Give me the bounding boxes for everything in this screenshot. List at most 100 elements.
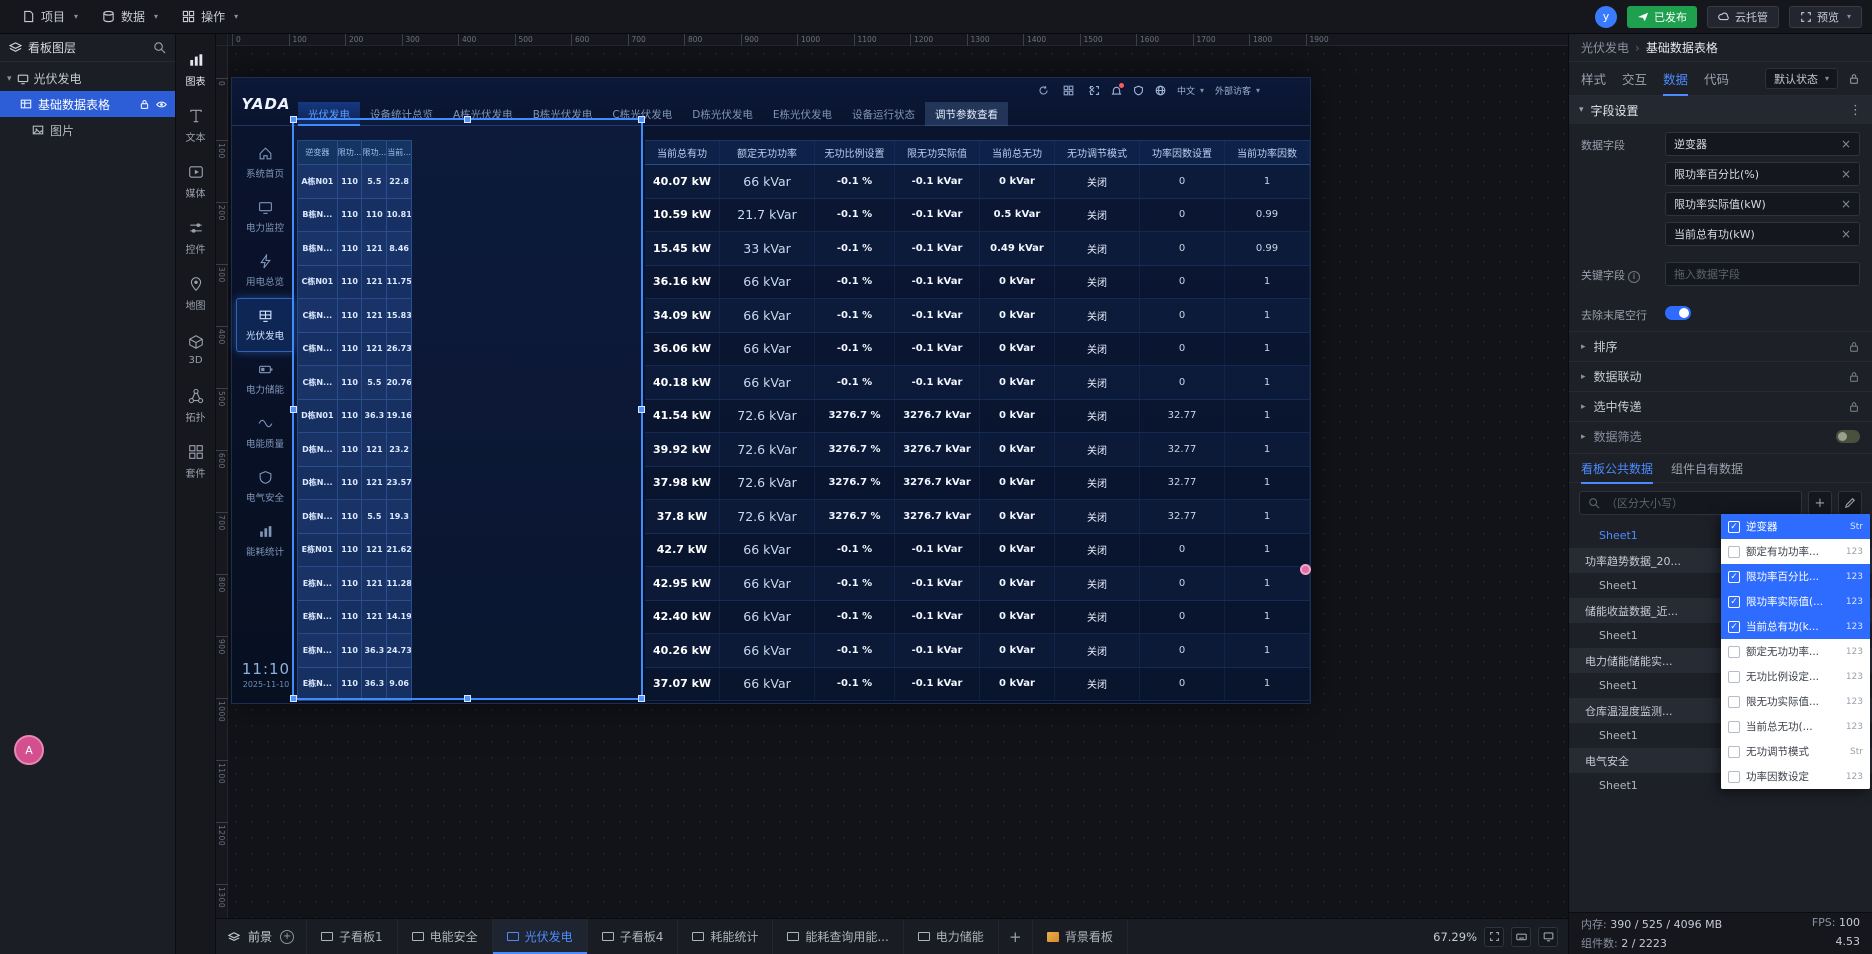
preview-nav-item[interactable]: 电能质量 (236, 406, 294, 460)
remove-icon[interactable]: × (1841, 167, 1851, 181)
rail-item-topo[interactable]: 拓扑 (176, 378, 216, 434)
remove-icon[interactable]: × (1841, 137, 1851, 151)
rail-item-textT[interactable]: 文本 (176, 98, 216, 154)
fit-screen-button[interactable] (1484, 927, 1504, 947)
collapsed-section[interactable]: ▸数据筛选 (1569, 421, 1872, 451)
refresh-icon[interactable] (1038, 85, 1049, 96)
rail-item-bars[interactable]: 图表 (176, 42, 216, 98)
preview-button[interactable]: 预览 ▾ (1789, 6, 1862, 28)
state-selector[interactable]: 默认状态 ▾ (1765, 68, 1838, 89)
add-layer-icon[interactable]: + (280, 930, 294, 944)
remove-icon[interactable]: × (1841, 197, 1851, 211)
resize-handle[interactable] (464, 116, 471, 123)
inspector-tab[interactable]: 代码 (1704, 61, 1729, 96)
board-tab[interactable]: 光伏发电 (493, 919, 588, 954)
foreground-control[interactable]: 前景 + (216, 919, 307, 954)
user-avatar[interactable]: y (1595, 6, 1617, 28)
field-option[interactable]: ✓限功率百分比...123 (1721, 564, 1870, 589)
data-field-chip[interactable]: 限功率百分比(%)× (1665, 162, 1860, 186)
rail-item-play[interactable]: 媒体 (176, 154, 216, 210)
field-option[interactable]: 无功比例设定...123 (1721, 664, 1870, 689)
keyboard-shortcuts-button[interactable] (1511, 927, 1531, 947)
checkbox-icon[interactable]: ✓ (1728, 596, 1740, 608)
edit-data-button[interactable] (1838, 491, 1862, 515)
add-data-button[interactable]: + (1808, 491, 1832, 515)
apps-icon[interactable] (1063, 85, 1074, 96)
board-tab[interactable]: 电力储能 (904, 919, 999, 954)
published-button[interactable]: 已发布 (1627, 6, 1697, 28)
board-tab[interactable]: 子看板4 (588, 919, 679, 954)
board-tab[interactable]: 耗能统计 (678, 919, 773, 954)
chevron-down-icon[interactable]: ▾ (7, 74, 12, 84)
checkbox-icon[interactable] (1728, 721, 1740, 733)
checkbox-icon[interactable] (1728, 746, 1740, 758)
data-field-chip[interactable]: 当前总有功(kW)× (1665, 222, 1860, 246)
preview-tab[interactable]: E栋光伏发电 (763, 102, 842, 126)
selection-box[interactable] (292, 118, 643, 700)
eye-icon[interactable] (156, 99, 167, 110)
field-option[interactable]: 限无功实际值...123 (1721, 689, 1870, 714)
toggle-off[interactable] (1836, 430, 1860, 443)
preview-tab[interactable]: 调节参数查看 (925, 102, 1008, 126)
inspector-tab[interactable]: 数据 (1663, 61, 1688, 96)
globe-icon[interactable] (1155, 85, 1166, 96)
checkbox-icon[interactable]: ✓ (1728, 621, 1740, 633)
checkbox-icon[interactable] (1728, 671, 1740, 683)
key-field-input[interactable]: 拖入数据字段 (1665, 262, 1860, 286)
resize-handle[interactable] (464, 695, 471, 702)
board-tab[interactable]: 能耗查询用能... (773, 919, 903, 954)
field-option[interactable]: ✓当前总有功(k...123 (1721, 614, 1870, 639)
checkbox-icon[interactable]: ✓ (1728, 521, 1740, 533)
preview-tab[interactable]: 设备运行状态 (842, 102, 925, 126)
trim-toggle[interactable] (1665, 306, 1691, 320)
preview-nav-item[interactable]: 电力监控 (236, 190, 294, 244)
preview-nav-item[interactable]: 光伏发电 (236, 298, 294, 352)
data-field-chip[interactable]: 限功率实际值(kW)× (1665, 192, 1860, 216)
preview-tab[interactable]: D栋光伏发电 (682, 102, 763, 126)
add-board-button[interactable]: + (999, 919, 1033, 954)
data-panel-tab[interactable]: 看板公共数据 (1581, 453, 1653, 484)
checkbox-icon[interactable] (1728, 771, 1740, 783)
rail-item-grid[interactable]: 套件 (176, 434, 216, 490)
language-selector[interactable]: 中文 ▾ (1177, 84, 1204, 97)
field-option[interactable]: ✓限功率实际值(...123 (1721, 589, 1870, 614)
preview-nav-item[interactable]: 电力储能 (236, 352, 294, 406)
section-field-settings[interactable]: ▾ 字段设置 ⋮ (1569, 96, 1872, 124)
user-menu[interactable]: 外部访客 ▾ (1215, 84, 1260, 97)
menu-ops[interactable]: 操作▾ (170, 0, 250, 34)
bell-icon[interactable] (1111, 85, 1122, 96)
lock-icon[interactable] (139, 99, 150, 110)
zoom-level[interactable]: 67.29% (1433, 930, 1477, 944)
dashboard-artboard[interactable]: YADA ✕ 中文 ▾ 外部访客 (232, 78, 1310, 703)
resize-handle[interactable] (290, 406, 297, 413)
checkbox-icon[interactable] (1728, 696, 1740, 708)
remove-icon[interactable]: × (1841, 227, 1851, 241)
layer-item-image[interactable]: 图片 (0, 117, 175, 143)
fullscreen-icon[interactable] (1089, 85, 1100, 96)
menu-data[interactable]: 数据▾ (90, 0, 170, 34)
checkbox-icon[interactable] (1728, 646, 1740, 658)
presentation-button[interactable] (1538, 927, 1558, 947)
field-option[interactable]: ✓逆变器Str (1721, 514, 1870, 539)
layer-group[interactable]: ▾ 光伏发电 (0, 66, 175, 91)
preview-nav-item[interactable]: 电气安全 (236, 460, 294, 514)
rail-item-pin[interactable]: 地图 (176, 266, 216, 322)
resize-handle[interactable] (638, 406, 645, 413)
inspector-tab[interactable]: 交互 (1622, 61, 1647, 96)
search-icon[interactable] (153, 41, 166, 54)
resize-handle[interactable] (638, 116, 645, 123)
background-board-tab[interactable]: 背景看板 (1033, 919, 1128, 954)
board-tab[interactable]: 子看板1 (307, 919, 398, 954)
data-panel-tab[interactable]: 组件自有数据 (1671, 453, 1743, 484)
checkbox-icon[interactable]: ✓ (1728, 571, 1740, 583)
board-tab[interactable]: 电能安全 (398, 919, 493, 954)
preview-nav-item[interactable]: 能耗统计 (236, 514, 294, 568)
canvas[interactable]: 0100200300400500600700800900100011001200… (216, 34, 1568, 918)
field-option[interactable]: 额定无功功率...123 (1721, 639, 1870, 664)
resize-handle[interactable] (290, 116, 297, 123)
collapsed-section[interactable]: ▸数据联动 (1569, 361, 1872, 391)
preview-nav-item[interactable]: 系统首页 (236, 136, 294, 190)
cloud-hosting-button[interactable]: 云托管 (1707, 6, 1779, 28)
field-option[interactable]: 当前总无功(...123 (1721, 714, 1870, 739)
field-option[interactable]: 无功调节模式Str (1721, 739, 1870, 764)
